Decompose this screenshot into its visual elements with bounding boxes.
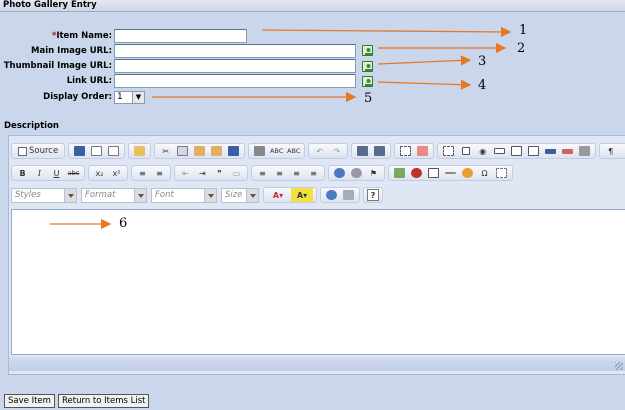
annotation-arrow-1 [261, 26, 512, 38]
annotation-number-1: 1 [519, 23, 528, 38]
annotation-number-5: 5 [364, 91, 373, 106]
annotation-arrow-4 [377, 79, 472, 90]
annotation-number-2: 2 [517, 41, 526, 56]
annotation-number-4: 4 [478, 78, 487, 93]
annotation-arrows [50, 26, 512, 230]
annotation-number-3: 3 [478, 54, 487, 69]
annotation-number-6: 6 [119, 216, 128, 231]
annotation-arrow-3 [377, 55, 472, 66]
